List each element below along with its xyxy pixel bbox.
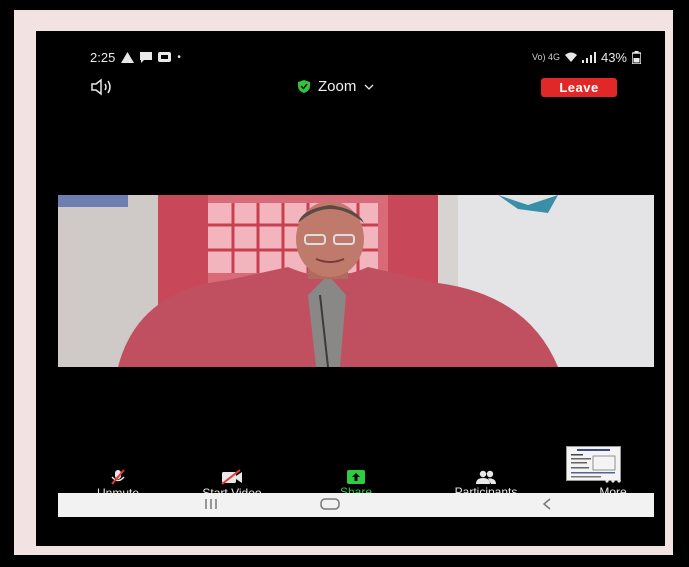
meeting-title-dropdown[interactable]: Zoom	[298, 78, 374, 95]
recent-apps-button[interactable]	[204, 495, 218, 515]
status-bar-right: Vo) 4G 43%	[532, 49, 641, 65]
more-dots-icon	[605, 479, 621, 483]
warning-icon	[121, 51, 135, 63]
message-icon	[140, 51, 153, 63]
video-off-icon	[221, 469, 242, 485]
dot-icon: •	[177, 51, 181, 63]
participants-icon	[476, 470, 496, 484]
share-screen-icon	[347, 470, 365, 484]
participant-video[interactable]	[58, 195, 654, 367]
mic-muted-icon	[111, 469, 125, 485]
battery-icon	[632, 50, 641, 64]
speaker-icon[interactable]	[90, 78, 120, 96]
chevron-down-icon	[364, 84, 374, 90]
leave-button[interactable]: Leave	[541, 78, 617, 97]
participant-video-image	[58, 195, 654, 367]
meeting-title: Zoom	[318, 78, 357, 95]
notification-icon	[158, 52, 172, 62]
status-bar-left: 2:25 •	[90, 49, 181, 65]
home-icon	[320, 498, 340, 510]
back-button[interactable]	[542, 495, 552, 515]
signal-icon	[581, 51, 596, 63]
network-label: Vo) 4G	[531, 51, 560, 62]
recent-apps-icon	[205, 499, 217, 509]
home-button[interactable]	[320, 495, 340, 515]
wifi-icon	[564, 52, 577, 62]
system-nav-bar	[58, 493, 654, 517]
shield-icon	[298, 80, 310, 93]
back-icon	[542, 498, 551, 510]
status-time: 2:25	[90, 49, 116, 65]
battery-percent: 43%	[600, 49, 627, 65]
phone-screen: 2:25 • Vo) 4G 43% Zoom Leave Share Parti…	[36, 31, 665, 546]
